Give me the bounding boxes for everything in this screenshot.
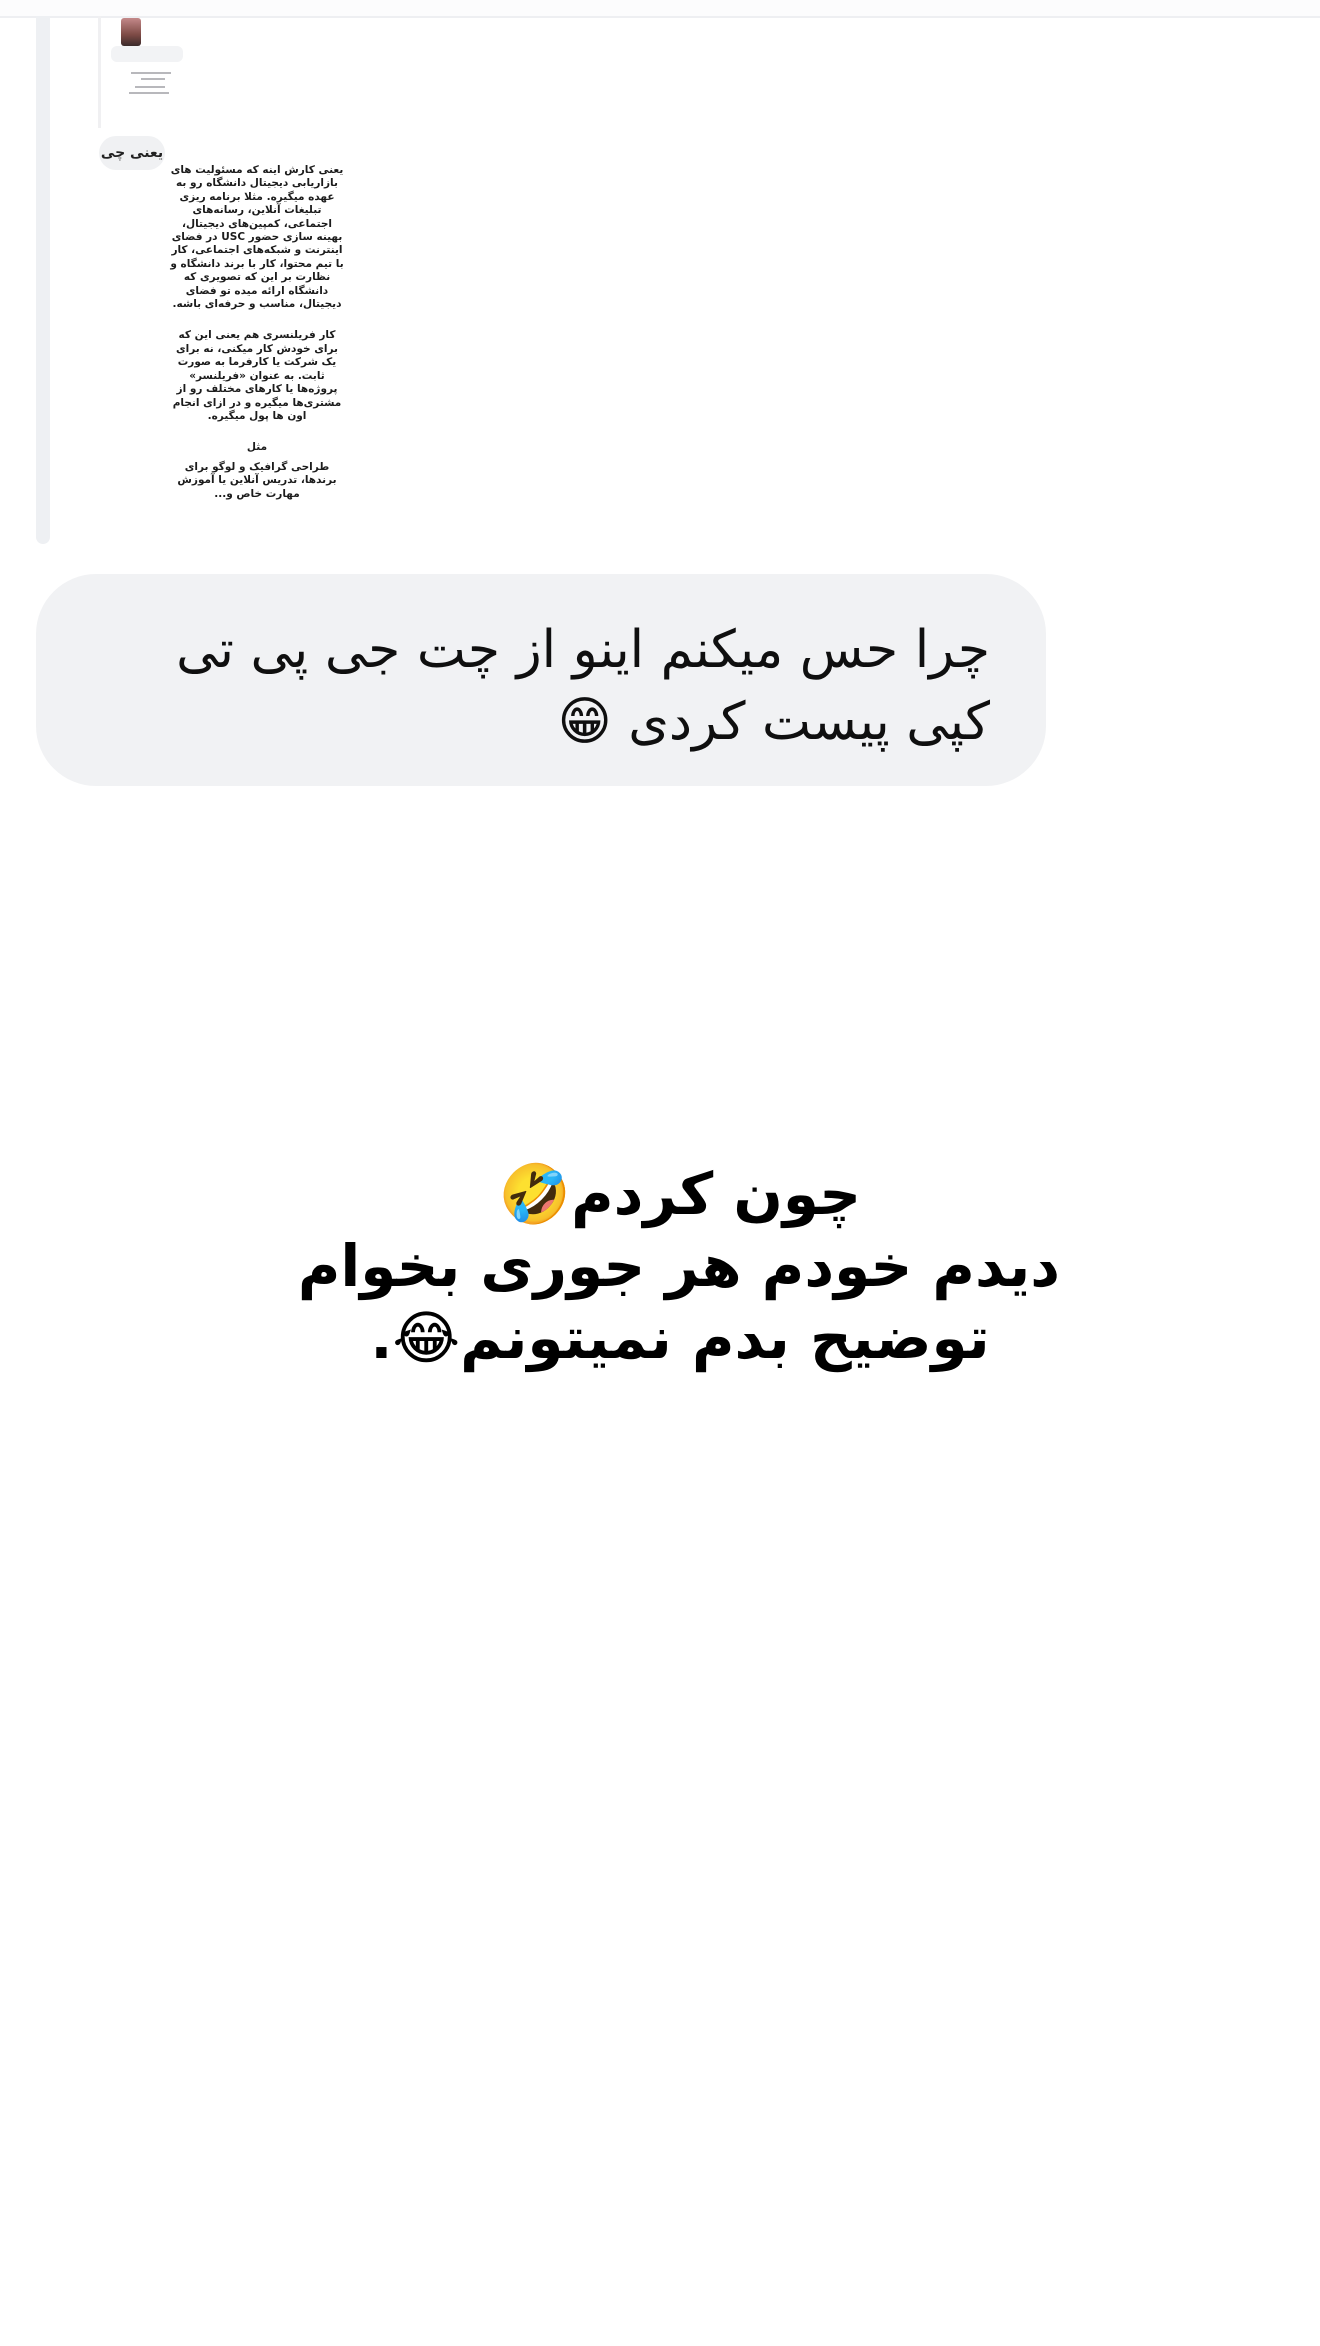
received-message[interactable]: یعنی کارش اینه که مسئولیت های بازاریابی …	[170, 164, 344, 501]
message-paragraph: طراحی گرافیک و لوگو برای برندها، تدریس آ…	[177, 460, 337, 500]
thumbnail-text-line	[129, 92, 169, 94]
reply-thumbnail[interactable]	[98, 16, 201, 128]
thumbnail-text-line	[141, 78, 165, 80]
small-message-text: یعنی چی	[100, 145, 164, 161]
caption-line: چون کردم🤣	[498, 1160, 862, 1228]
thumbnail-avatar	[121, 18, 141, 46]
thumbnail-text-line	[131, 72, 171, 74]
chat-message-text: چرا حس میکنم اینو از چت جی پی تی کپی پیس…	[176, 620, 990, 752]
message-paragraph: یعنی کارش اینه که مسئولیت های بازاریابی …	[170, 164, 344, 311]
thumbnail-text-line	[135, 86, 165, 88]
message-paragraph: کار فریلنسری هم یعنی این که برای خودش کا…	[172, 329, 342, 422]
caption-line: توضیح بدم نمیتونم😂.	[370, 1304, 990, 1372]
thumbnail-bubble	[111, 46, 183, 62]
message-paragraph: مثل	[246, 441, 268, 454]
small-message-bubble[interactable]: یعنی چی	[99, 136, 165, 170]
reply-quote-bar	[36, 16, 50, 544]
chat-message-bubble[interactable]: چرا حس میکنم اینو از چت جی پی تی کپی پیس…	[36, 574, 1046, 786]
caption-line: دیدم خودم هر جوری بخوام	[297, 1232, 1060, 1300]
story-caption: چون کردم🤣 دیدم خودم هر جوری بخوام توضیح …	[297, 1158, 1060, 1374]
